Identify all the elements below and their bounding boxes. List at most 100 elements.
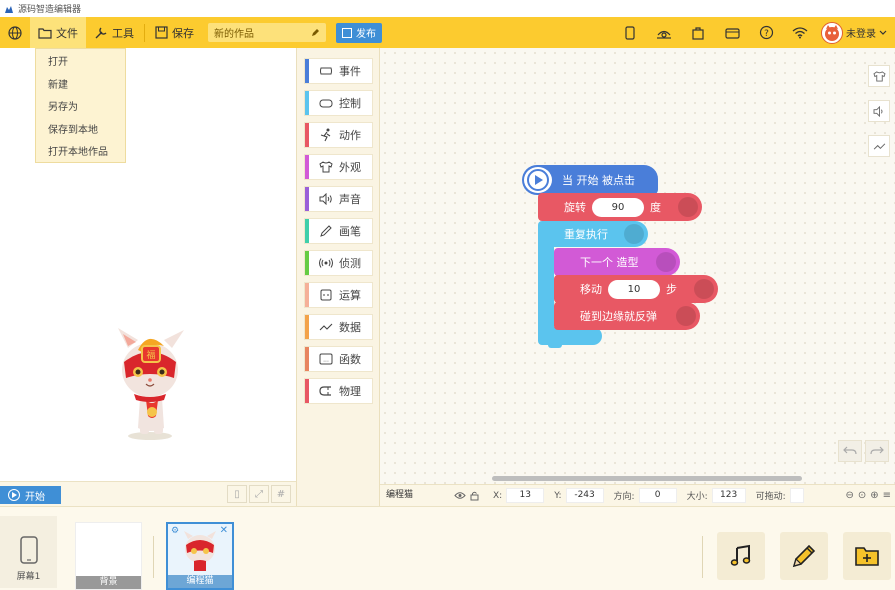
y-input[interactable]: -243 xyxy=(565,488,604,503)
redo-button[interactable] xyxy=(865,440,889,462)
menu-item-open[interactable]: 打开 xyxy=(36,52,125,75)
add-folder-icon xyxy=(855,547,879,566)
paint-button[interactable] xyxy=(780,532,828,580)
save-icon xyxy=(155,26,168,39)
asset-divider xyxy=(702,536,703,578)
publish-button[interactable]: 发布 xyxy=(336,22,382,43)
category-color-bar xyxy=(305,315,309,339)
zoom-in-icon[interactable]: ⊕ xyxy=(870,490,878,501)
wrench-icon xyxy=(95,27,107,38)
speaker-icon xyxy=(873,105,882,117)
category-color-bar xyxy=(305,379,309,403)
variables-panel-button[interactable] xyxy=(868,135,890,157)
category-palette: 事件 控制 动作 外观 声音 画笔 侦测 运算 数据 ... 函数 物理 xyxy=(296,48,380,506)
avatar xyxy=(821,21,843,44)
category-sensing[interactable]: 侦测 xyxy=(304,250,373,276)
menu-item-save-as[interactable]: 另存为 xyxy=(36,97,125,120)
gallery-button[interactable] xyxy=(715,17,749,48)
calculator-icon xyxy=(317,289,335,301)
category-event[interactable]: 事件 xyxy=(304,58,373,84)
lock-icon[interactable] xyxy=(470,491,479,501)
zoom-out-icon[interactable]: ⊖ xyxy=(845,490,853,501)
asset-divider xyxy=(153,536,154,578)
category-label: 动作 xyxy=(339,129,361,142)
move-steps-input[interactable]: 10 xyxy=(608,279,660,299)
block-settings-icon xyxy=(656,252,676,272)
layout-icon[interactable]: ▯ xyxy=(227,485,247,503)
svg-text:?: ? xyxy=(764,29,769,39)
category-sound[interactable]: 声音 xyxy=(304,186,373,212)
shirt-icon xyxy=(872,70,886,82)
repeat-block-notch xyxy=(548,342,562,348)
when-start-clicked-block[interactable]: 当 开始 被点击 xyxy=(522,165,658,195)
music-button[interactable] xyxy=(717,532,765,580)
sprite-card[interactable]: ⚙ ✕ 编程猫 xyxy=(166,522,234,590)
screen-item[interactable]: 屏幕1 xyxy=(0,516,57,588)
block-settings-icon xyxy=(676,306,696,326)
undo-button[interactable] xyxy=(838,440,862,462)
mobile-preview-button[interactable] xyxy=(613,17,647,48)
project-title-field[interactable]: 新的作品 xyxy=(208,23,326,42)
fullscreen-icon[interactable]: ⤢ xyxy=(249,485,269,503)
move-steps-block[interactable]: 移动 10 步 xyxy=(554,275,718,303)
category-color-bar xyxy=(305,59,309,83)
publish-label: 发布 xyxy=(356,29,376,40)
tools-menu-button[interactable]: 工具 xyxy=(86,17,142,48)
menu-item-open-local[interactable]: 打开本地作品 xyxy=(36,142,125,165)
block-settings-icon xyxy=(694,279,714,299)
menu-icon[interactable]: ≡ xyxy=(883,490,891,501)
materials-button[interactable] xyxy=(681,17,715,48)
file-menu-button[interactable]: 文件 xyxy=(30,17,86,48)
cat-avatar-icon xyxy=(825,24,839,41)
visibility-icon[interactable] xyxy=(454,491,466,500)
draggable-checkbox[interactable] xyxy=(789,488,804,503)
settings-icon[interactable]: ⚙ xyxy=(171,526,179,536)
music-note-icon xyxy=(730,544,751,566)
sprite-status-bar: 编程猫 X: 13 Y: -243 方向: 0 大小: 123 可拖动: ⊖ ⊙… xyxy=(380,484,895,506)
background-label: 背景 xyxy=(76,576,141,589)
category-pen[interactable]: 画笔 xyxy=(304,218,373,244)
tools-menu-label: 工具 xyxy=(112,26,134,40)
save-button[interactable]: 保存 xyxy=(147,17,202,48)
sound-panel-button[interactable] xyxy=(868,100,890,122)
category-looks[interactable]: 外观 xyxy=(304,154,373,180)
speaker-icon xyxy=(317,193,335,205)
rotate-block[interactable]: 旋转 90 度 xyxy=(538,193,702,221)
zoom-reset-icon[interactable]: ⊙ xyxy=(858,490,866,501)
language-button[interactable] xyxy=(0,17,30,48)
horizontal-scrollbar[interactable] xyxy=(492,476,802,481)
category-data[interactable]: 数据 xyxy=(304,314,373,340)
login-button[interactable]: 未登录 xyxy=(817,21,895,44)
grid-icon[interactable]: # xyxy=(271,485,291,503)
svg-text:...: ... xyxy=(323,357,329,364)
menu-item-new[interactable]: 新建 xyxy=(36,75,125,98)
next-costume-block[interactable]: 下一个 造型 xyxy=(554,248,680,276)
x-input[interactable]: 13 xyxy=(506,488,545,503)
help-button[interactable]: ? xyxy=(749,17,783,48)
start-button[interactable]: 开始 xyxy=(0,486,61,504)
repeat-block-arm[interactable] xyxy=(538,246,554,328)
background-card[interactable]: 背景 xyxy=(75,522,142,590)
category-color-bar xyxy=(305,187,309,211)
rotate-degrees-input[interactable]: 90 xyxy=(592,197,644,217)
menu-item-save-local[interactable]: 保存到本地 xyxy=(36,120,125,143)
category-control[interactable]: 控制 xyxy=(304,90,373,116)
close-icon[interactable]: ✕ xyxy=(220,525,228,536)
network-button[interactable] xyxy=(783,17,817,48)
costume-panel-button[interactable] xyxy=(868,65,890,87)
cat-sprite[interactable]: 福 xyxy=(110,320,190,440)
category-functions[interactable]: ... 函数 xyxy=(304,346,373,372)
bounce-on-edge-block[interactable]: 碰到边缘就反弹 xyxy=(554,302,700,330)
category-operators[interactable]: 运算 xyxy=(304,282,373,308)
redo-icon xyxy=(870,446,884,455)
save-label: 保存 xyxy=(172,26,194,40)
courses-button[interactable] xyxy=(647,17,681,48)
size-input[interactable]: 123 xyxy=(711,488,746,503)
direction-input[interactable]: 0 xyxy=(638,488,677,503)
category-physics[interactable]: 物理 xyxy=(304,378,373,404)
add-folder-button[interactable] xyxy=(843,532,891,580)
file-dropdown-menu: 打开 新建 另存为 保存到本地 打开本地作品 xyxy=(35,48,126,163)
category-label: 函数 xyxy=(339,353,361,366)
category-motion[interactable]: 动作 xyxy=(304,122,373,148)
repeat-forever-block[interactable]: 重复执行 xyxy=(538,221,648,247)
